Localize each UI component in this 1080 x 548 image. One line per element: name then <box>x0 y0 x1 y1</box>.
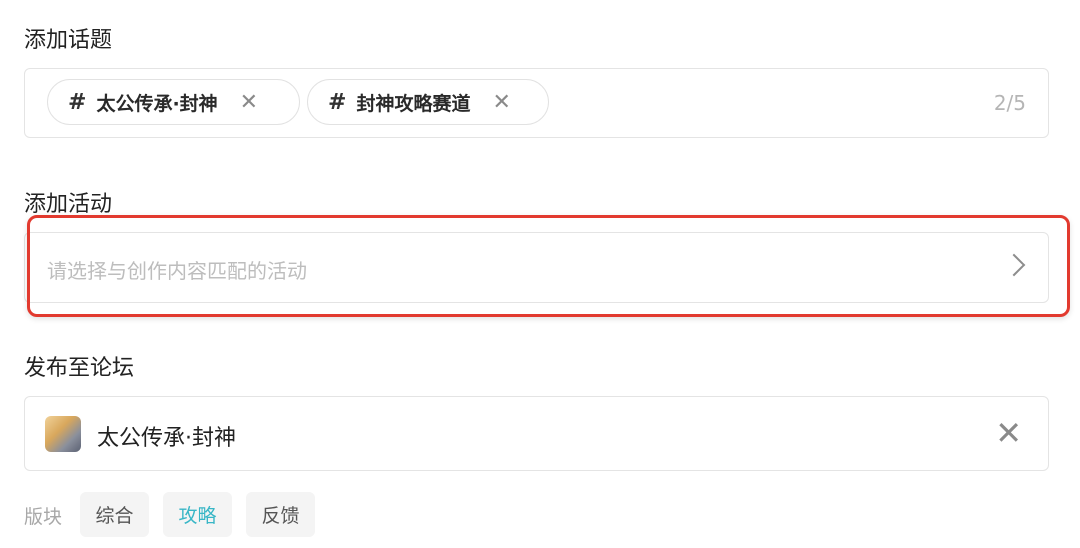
board-tab-feedback[interactable]: 反馈 <box>246 492 315 537</box>
activity-title: 添加活动 <box>24 192 113 217</box>
board-label: 版块 <box>24 506 63 528</box>
topics-box: # 太公传承·封神 ✕ # 封神攻略赛道 ✕ 2/5 <box>24 68 1049 138</box>
forum-name: 太公传承·封神 <box>97 426 236 451</box>
topic-chip[interactable]: # 封神攻略赛道 ✕ <box>307 79 549 125</box>
board-tab-general[interactable]: 综合 <box>80 492 149 537</box>
topic-chip-label: 太公传承·封神 <box>96 92 218 115</box>
board-tab-guide[interactable]: 攻略 <box>163 492 232 537</box>
highlight-annotation-box <box>27 215 1070 317</box>
close-icon[interactable]: ✕ <box>995 415 1022 451</box>
topics-title: 添加话题 <box>24 28 113 53</box>
forum-avatar-icon <box>45 416 81 452</box>
forum-title: 发布至论坛 <box>24 356 135 381</box>
remove-topic-icon[interactable]: ✕ <box>492 90 510 115</box>
topic-chip-label: 封神攻略赛道 <box>356 92 471 115</box>
hashtag-icon: # <box>328 89 347 115</box>
forum-selector[interactable]: 太公传承·封神 ✕ <box>24 396 1049 471</box>
hashtag-icon: # <box>68 89 87 115</box>
topic-counter: 2/5 <box>993 91 1026 115</box>
remove-topic-icon[interactable]: ✕ <box>240 90 258 115</box>
topic-chip[interactable]: # 太公传承·封神 ✕ <box>47 79 300 125</box>
